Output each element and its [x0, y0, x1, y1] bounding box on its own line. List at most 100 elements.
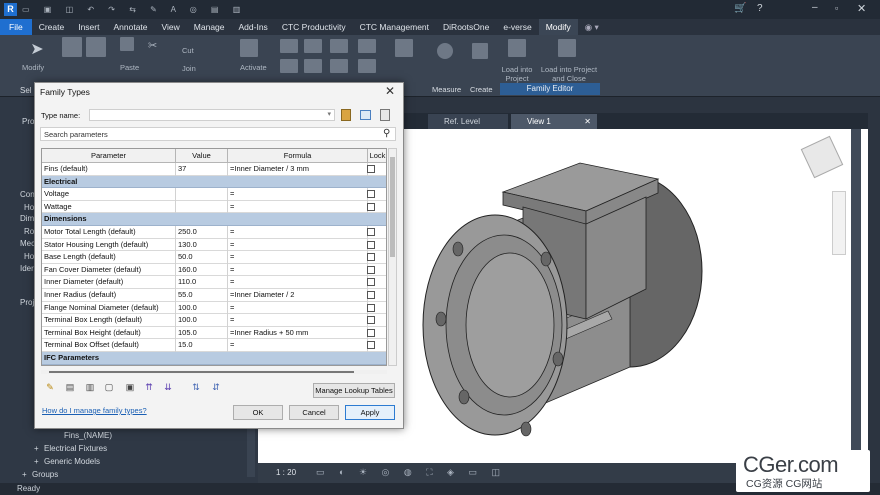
lock-checkbox[interactable] — [367, 240, 375, 249]
measure-button[interactable]: Measure — [432, 85, 461, 94]
parameter-value-cell[interactable]: 100.0 — [176, 314, 228, 327]
parameter-row[interactable]: Flange Nominal Diameter (default) 100.0 = — [42, 301, 386, 315]
parameter-formula-cell[interactable]: = — [228, 226, 368, 239]
paste-parameter-icon[interactable]: ▣ — [125, 382, 135, 394]
expand-icon[interactable]: + — [22, 470, 27, 479]
lock-checkbox[interactable] — [367, 316, 375, 325]
parameter-row[interactable]: Inner Radius (default) 55.0 =Inner Diamete… — [42, 289, 386, 302]
cancel-button[interactable]: Cancel — [289, 405, 339, 420]
tab-diroots[interactable]: DiRootsOne — [436, 19, 496, 35]
modify-button[interactable]: Modify — [22, 63, 44, 72]
parameter-row[interactable]: Base Length (default) 50.0 = — [42, 251, 386, 264]
expand-icon[interactable]: + — [34, 444, 39, 453]
move-icon[interactable] — [280, 59, 298, 73]
mirror-icon[interactable] — [330, 39, 348, 53]
expand-icon[interactable]: + — [34, 457, 39, 466]
maximize-button[interactable]: ▫ — [835, 3, 838, 13]
parameter-value-cell[interactable]: 37 — [176, 163, 228, 176]
join-button[interactable]: Join — [182, 64, 196, 73]
help-link[interactable]: How do I manage family types? — [42, 406, 147, 415]
parameter-value-cell[interactable] — [176, 200, 228, 214]
tree-item-groups[interactable]: Groups — [32, 470, 58, 479]
parameter-value-cell[interactable]: 100.0 — [176, 301, 228, 315]
scissors-icon[interactable]: ✂ — [148, 39, 157, 52]
help-icon[interactable]: ? — [757, 3, 763, 14]
split-icon[interactable] — [358, 39, 376, 53]
parameter-row[interactable]: Fins (default) 37 =Inner Diameter / 3 mm — [42, 163, 386, 176]
modify-arrow-icon[interactable]: ➤ — [30, 39, 44, 58]
delete-type-icon[interactable] — [380, 109, 390, 121]
lock-checkbox[interactable] — [367, 278, 375, 287]
apply-button[interactable]: Apply — [345, 405, 395, 420]
tree-item-generic-models[interactable]: Generic Models — [44, 457, 100, 466]
measure-icon[interactable] — [437, 43, 453, 59]
revit-logo-icon[interactable]: R — [4, 3, 17, 16]
parameter-name-cell[interactable]: Base Length (default) — [42, 251, 176, 264]
load-into-project-button[interactable]: Load into Project — [500, 65, 534, 83]
lock-checkbox[interactable] — [367, 328, 375, 337]
quick-access-toolbar[interactable]: ▭ ▣ ◫ ↶ ↷ ⇆ ✎ A ◎ ▤ ▥ — [22, 5, 252, 14]
parameter-value-cell[interactable]: 250.0 — [176, 226, 228, 239]
parameter-formula-cell[interactable]: = — [228, 314, 368, 327]
cut-button[interactable]: Cut — [182, 46, 194, 55]
close-tab-icon[interactable]: ✕ — [584, 114, 591, 129]
parameter-formula-cell[interactable]: = — [228, 200, 368, 214]
parameter-formula-cell[interactable]: = — [228, 276, 368, 289]
column-header-value[interactable]: Value — [176, 149, 228, 163]
parameter-value-cell[interactable]: 50.0 — [176, 251, 228, 264]
manage-lookup-tables-button[interactable]: Manage Lookup Tables — [313, 383, 395, 398]
align-icon[interactable] — [280, 39, 298, 53]
lock-checkbox[interactable] — [367, 202, 375, 211]
parameter-formula-cell[interactable]: = — [228, 339, 368, 352]
lock-checkbox[interactable] — [367, 291, 375, 299]
rotate-icon[interactable] — [330, 59, 348, 73]
view-controls-icons[interactable]: ▭ ◐ ☀ ◎ ◍ ⛶ ◈ ▭ ◫ — [316, 467, 506, 478]
clipboard-icon[interactable] — [120, 37, 134, 51]
lock-checkbox[interactable] — [367, 165, 375, 173]
tab-manage[interactable]: Manage — [187, 19, 232, 35]
lock-checkbox[interactable] — [367, 253, 375, 262]
parameter-name-cell[interactable]: Inner Radius (default) — [42, 289, 176, 302]
tab-file[interactable]: File — [0, 19, 32, 35]
parameter-formula-cell[interactable]: = — [228, 238, 368, 252]
new-type-icon[interactable] — [341, 109, 351, 121]
tab-ctc-productivity[interactable]: CTC Productivity — [275, 19, 353, 35]
minimize-button[interactable]: – — [812, 2, 818, 13]
type-name-dropdown[interactable]: ▾ — [89, 109, 335, 121]
view-scale[interactable]: 1 : 20 — [276, 468, 296, 477]
tree-item-fins[interactable]: Fins_(NAME) — [64, 431, 112, 440]
new-parameter-icon[interactable]: ▤ — [65, 382, 75, 394]
move-up-icon[interactable]: ⇈ — [144, 382, 154, 394]
type-properties-icon[interactable] — [86, 37, 106, 57]
parameter-formula-cell[interactable]: = — [228, 263, 368, 277]
create-button[interactable]: Create — [470, 85, 493, 94]
view-icon[interactable] — [395, 39, 413, 57]
tab-view-1[interactable]: View 1 ✕ — [511, 114, 597, 129]
group-header[interactable]: Dimensions — [42, 213, 386, 226]
parameter-row[interactable]: Terminal Box Height (default) 105.0 =Inner… — [42, 326, 386, 340]
parameter-name-cell[interactable]: Fins (default) — [42, 163, 176, 176]
ok-button[interactable]: OK — [233, 405, 283, 420]
offset-icon[interactable] — [304, 39, 322, 53]
lock-checkbox[interactable] — [367, 190, 375, 199]
parameter-name-cell[interactable]: Stator Housing Length (default) — [42, 238, 176, 252]
parameter-value-cell[interactable]: 130.0 — [176, 238, 228, 252]
parameter-value-cell[interactable]: 105.0 — [176, 326, 228, 340]
parameter-formula-cell[interactable]: =Inner Radius + 50 mm — [228, 326, 368, 340]
parameter-name-cell[interactable]: Terminal Box Length (default) — [42, 314, 176, 327]
ribbon-options-icon[interactable]: ◉ ▾ — [578, 19, 606, 35]
parameter-name-cell[interactable]: Terminal Box Height (default) — [42, 326, 176, 340]
load-into-project-icon[interactable] — [508, 39, 526, 57]
parameter-formula-cell[interactable]: = — [228, 188, 368, 201]
parameter-name-cell[interactable]: Flange Nominal Diameter (default) — [42, 301, 176, 315]
column-header-parameter[interactable]: Parameter — [42, 149, 176, 163]
select-label[interactable]: Sel — [20, 86, 32, 95]
tab-create[interactable]: Create — [32, 19, 72, 35]
parameter-name-cell[interactable]: Voltage — [42, 188, 176, 201]
tab-everse[interactable]: e-verse — [496, 19, 538, 35]
cart-icon[interactable]: 🛒 — [734, 3, 746, 14]
sort-ascending-icon[interactable]: ⇅ — [191, 382, 201, 394]
delete-parameter-icon[interactable]: ▥ — [85, 382, 95, 394]
parameter-row[interactable]: Inner Diameter (default) 110.0 = — [42, 276, 386, 289]
parameter-row[interactable]: Stator Housing Length (default) 130.0 = — [42, 238, 386, 252]
